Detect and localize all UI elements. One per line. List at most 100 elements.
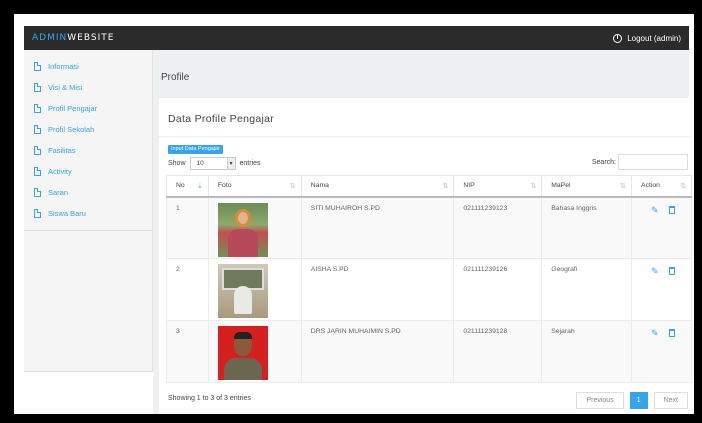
- brand-text: WEBSITE: [67, 33, 115, 43]
- column-header-foto[interactable]: Foto ⇅: [207, 175, 302, 198]
- file-icon: [34, 188, 41, 197]
- sidebar-item-label: Saran: [48, 188, 69, 197]
- sidebar-divider: [24, 230, 152, 231]
- sidebar-item-profil-sekolah[interactable]: Profil Sekolah: [24, 119, 152, 140]
- sidebar-item-activity[interactable]: Activity: [24, 161, 152, 182]
- cell-nip: 021111239126: [453, 258, 543, 321]
- sort-icon: ⇅: [680, 183, 686, 190]
- chevron-down-icon: ▾: [226, 158, 235, 169]
- brand-logo[interactable]: ADMINWEBSITE: [32, 33, 114, 43]
- cell-mapel: Sejarah: [541, 320, 633, 383]
- file-icon: [34, 104, 41, 113]
- table-header-row: No ⇣ Foto ⇅ Nama ⇅ NIP ⇅ MaPel ⇅ Action ⇅: [166, 175, 692, 198]
- sidebar-item-profil-pengajar[interactable]: Profil Pengajar: [24, 98, 152, 119]
- top-navbar: ADMINWEBSITE Logout (admin): [24, 26, 689, 50]
- column-header-nip[interactable]: NIP ⇅: [453, 175, 543, 198]
- sidebar-item-fasilitas[interactable]: Fasilitas: [24, 140, 152, 161]
- sort-icon: ⇅: [530, 183, 537, 190]
- sidebar-item-siswa-baru[interactable]: Siswa Baru: [24, 203, 152, 224]
- sort-asc-icon: ⇣: [197, 183, 203, 190]
- panel-title: Data Profile Pengajar: [168, 113, 275, 125]
- cell-nama: AISHA S.PD: [300, 258, 455, 321]
- page-1-button[interactable]: 1: [629, 392, 648, 409]
- search-control: Search:: [592, 154, 688, 170]
- header-label: No: [176, 182, 185, 190]
- cell-action: ✎: [631, 320, 692, 383]
- teacher-photo: [217, 326, 268, 380]
- brand-accent: ADMIN: [32, 33, 68, 43]
- page-length-value: 10: [196, 160, 204, 167]
- header-label: Action: [641, 182, 660, 190]
- table-row: 1 SITI MUHAIROH S.PD 021111239123 Bahasa…: [166, 196, 692, 259]
- cell-action: ✎: [631, 196, 692, 259]
- column-header-no[interactable]: No ⇣: [166, 175, 209, 198]
- file-icon: [34, 209, 41, 218]
- sidebar-item-label: Profil Pengajar: [48, 104, 98, 113]
- app-frame: ADMINWEBSITE Logout (admin) Informasi Vi…: [14, 14, 694, 414]
- search-label: Search:: [591, 158, 616, 166]
- table-info: Showing 1 to 3 of 3 entries: [168, 395, 251, 402]
- column-header-mapel[interactable]: MaPel ⇅: [541, 175, 633, 198]
- table-row: 3 DRS JARIN MUHAIMIN S.PD 021111239128 S…: [166, 320, 692, 383]
- trash-icon[interactable]: [668, 205, 675, 214]
- logout-link[interactable]: Logout (admin): [613, 33, 681, 43]
- page-length-select[interactable]: 10 ▾: [189, 157, 236, 170]
- main-content: Profile Data Profile Pengajar Input Data…: [153, 50, 692, 414]
- next-button[interactable]: Next: [653, 392, 688, 409]
- cell-mapel: Bahasa Inggris: [541, 196, 633, 259]
- cell-foto: [207, 258, 302, 321]
- cell-foto: [207, 196, 302, 259]
- sidebar: Informasi Visi & Misi Profil Pengajar Pr…: [24, 50, 153, 372]
- pencil-icon[interactable]: ✎: [651, 328, 659, 339]
- cell-no: 3: [166, 320, 209, 383]
- pagination: Previous 1 Next: [576, 392, 688, 409]
- teacher-photo: [217, 264, 268, 318]
- power-icon: [613, 33, 623, 43]
- sidebar-item-label: Profil Sekolah: [48, 125, 95, 134]
- teachers-table: No ⇣ Foto ⇅ Nama ⇅ NIP ⇅ MaPel ⇅ Action ⇅ 1 SI…: [166, 175, 692, 383]
- sidebar-item-visi-misi[interactable]: Visi & Misi: [24, 77, 152, 98]
- file-icon: [34, 62, 41, 71]
- sidebar-item-label: Activity: [48, 167, 72, 176]
- file-icon: [34, 83, 41, 92]
- pencil-icon[interactable]: ✎: [651, 205, 659, 216]
- sidebar-item-label: Fasilitas: [48, 146, 76, 155]
- show-label: Show: [168, 160, 186, 167]
- previous-button[interactable]: Previous: [576, 392, 624, 409]
- cell-no: 1: [166, 196, 209, 259]
- sidebar-item-saran[interactable]: Saran: [24, 182, 152, 203]
- sidebar-item-label: Siswa Baru: [48, 209, 86, 218]
- sort-icon: ⇅: [289, 183, 296, 190]
- column-header-nama[interactable]: Nama ⇅: [300, 175, 455, 198]
- header-label: NIP: [463, 182, 475, 190]
- pencil-icon[interactable]: ✎: [651, 266, 659, 277]
- table-row: 2 AISHA S.PD 021111239126 Geografi ✎: [166, 258, 692, 321]
- entries-label: entries: [239, 160, 261, 167]
- file-icon: [34, 167, 41, 176]
- trash-icon[interactable]: [668, 329, 675, 337]
- sidebar-item-label: Visi & Misi: [48, 83, 83, 92]
- sort-icon: ⇅: [620, 183, 627, 190]
- search-input[interactable]: [618, 154, 688, 170]
- file-icon: [34, 125, 41, 134]
- file-icon: [34, 146, 41, 155]
- page-title: Profile: [161, 72, 190, 83]
- cell-nip: 021111239123: [453, 196, 543, 259]
- trash-icon[interactable]: [668, 267, 675, 275]
- data-panel: Data Profile Pengajar Input Data Pengaja…: [159, 98, 692, 414]
- teacher-photo: [217, 202, 268, 257]
- cell-nama: DRS JARIN MUHAIMIN S.PD: [300, 320, 455, 383]
- cell-no: 2: [166, 258, 209, 321]
- sidebar-item-informasi[interactable]: Informasi: [24, 56, 152, 77]
- column-header-action[interactable]: Action ⇅: [631, 175, 692, 198]
- panel-divider: [159, 136, 690, 137]
- header-label: Nama: [310, 182, 329, 190]
- logout-label: Logout (admin): [627, 33, 681, 43]
- cell-mapel: Geografi: [541, 258, 633, 321]
- header-label: Foto: [217, 182, 232, 190]
- input-data-button[interactable]: Input Data Pengajar: [168, 145, 223, 154]
- page-length-control: Show 10 ▾ entries: [168, 157, 261, 170]
- cell-nama: SITI MUHAIROH S.PD: [300, 196, 455, 259]
- header-label: MaPel: [551, 182, 571, 190]
- cell-nip: 021111239128: [453, 320, 543, 383]
